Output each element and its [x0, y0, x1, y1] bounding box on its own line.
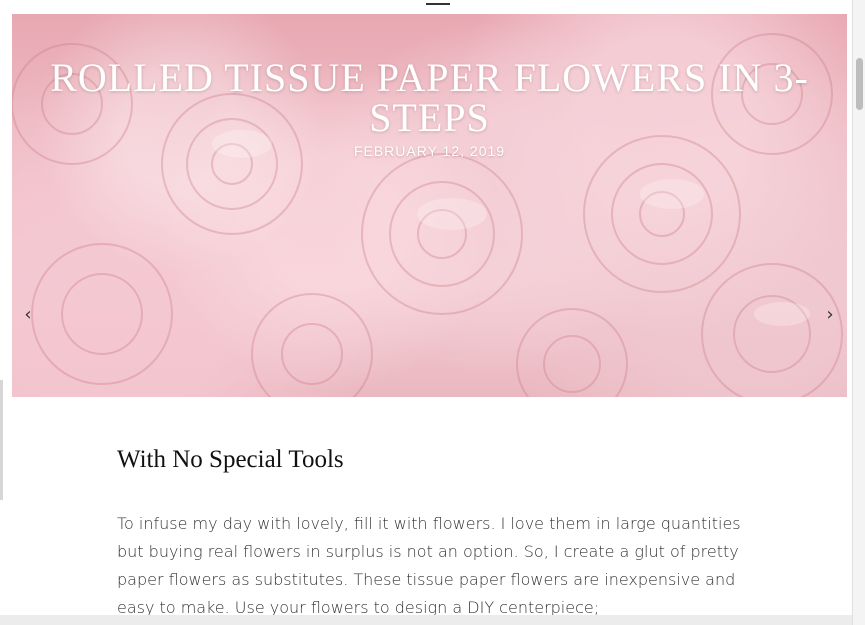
left-edge-indicator	[0, 380, 3, 500]
bottom-bar	[0, 615, 852, 625]
top-bar	[0, 0, 852, 14]
page: ROLLED TISSUE PAPER FLOWERS IN 3-STEPS F…	[0, 0, 852, 625]
hero-slider: ROLLED TISSUE PAPER FLOWERS IN 3-STEPS F…	[12, 14, 847, 397]
vertical-scrollbar[interactable]	[852, 0, 865, 625]
chevron-left-icon[interactable]: ‹	[18, 304, 38, 326]
post-content: With No Special Tools To infuse my day w…	[117, 440, 757, 622]
post-subheading: With No Special Tools	[117, 446, 344, 473]
scrollbar-thumb[interactable]	[856, 58, 863, 110]
menu-icon[interactable]	[426, 3, 450, 5]
post-title: ROLLED TISSUE PAPER FLOWERS IN 3-STEPS	[50, 55, 809, 140]
post-paragraph: To infuse my day with lovely, fill it wi…	[117, 514, 741, 617]
post-date: FEBRUARY 12, 2019	[353, 143, 506, 159]
chevron-right-icon[interactable]: ›	[820, 304, 840, 326]
